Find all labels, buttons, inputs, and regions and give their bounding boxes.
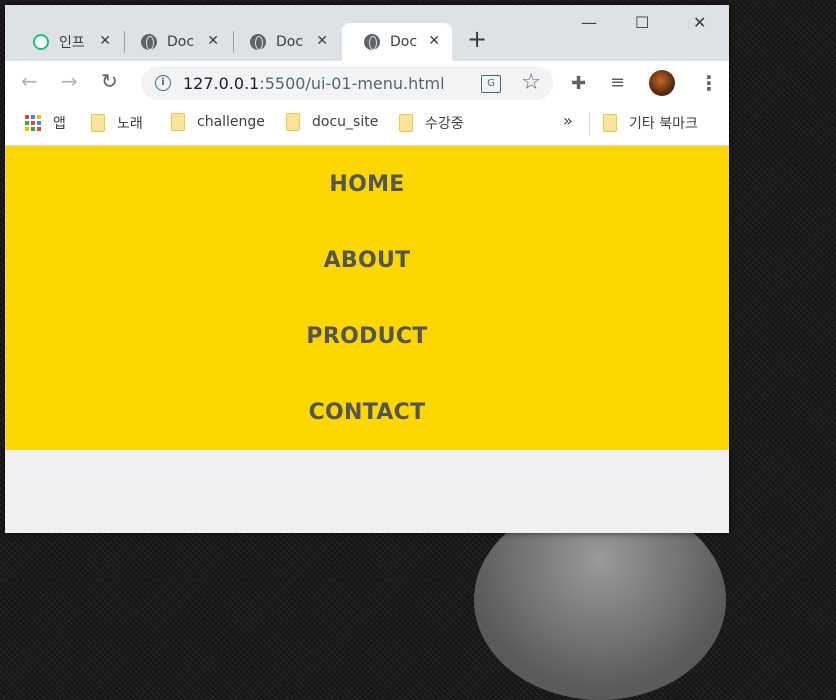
folder-icon (603, 114, 617, 132)
close-icon[interactable]: ✕ (207, 33, 219, 49)
inflearn-icon (33, 34, 49, 50)
url-host: 127.0.0.1 (183, 73, 260, 93)
tab-label: Docu (167, 34, 195, 50)
tab-label: Docu (276, 34, 304, 50)
bookmark-label: 수강중 (425, 116, 464, 132)
close-icon[interactable]: ✕ (99, 33, 111, 49)
bookmark-other-folder[interactable]: 기타 북마크 (603, 113, 698, 133)
tab-document-active[interactable]: Docu ✕ (342, 23, 452, 61)
menu-link-contact[interactable]: CONTACT (309, 400, 426, 425)
more-bookmarks-button[interactable]: » (563, 111, 573, 130)
media-control-icon[interactable]: ≡ (610, 72, 625, 93)
folder-icon (399, 114, 413, 132)
close-icon[interactable]: ✕ (428, 33, 440, 49)
bookmark-label: challenge (197, 114, 265, 130)
bookmark-apps[interactable]: 앱 (25, 113, 66, 133)
reload-button[interactable]: ↻ (101, 69, 118, 93)
tab-document-2[interactable]: Docu ✕ (228, 23, 340, 61)
chrome-menu-icon[interactable]: ⋮ (699, 71, 719, 95)
avatar[interactable] (649, 70, 675, 96)
page-content: HOME ABOUT PRODUCT CONTACT (5, 146, 729, 533)
window-close-button[interactable]: ✕ (693, 13, 706, 32)
folder-icon (286, 113, 300, 131)
forward-button[interactable]: → (61, 69, 78, 93)
menu-link-home[interactable]: HOME (329, 172, 404, 197)
browser-toolbar: ← → ↻ i 127.0.0.1 :5500/ui-01-menu.html … (5, 61, 729, 105)
bookmark-folder[interactable]: docu_site (286, 113, 378, 131)
tab-label: Docu (390, 34, 418, 50)
info-icon[interactable]: i (155, 75, 171, 91)
menu-item: CONTACT (5, 374, 729, 450)
menu-item: PRODUCT (5, 298, 729, 374)
bookmark-separator (589, 113, 590, 135)
bookmark-folder[interactable]: 노래 (91, 113, 143, 133)
bookmark-label: 기타 북마크 (629, 116, 698, 132)
menu-link-product[interactable]: PRODUCT (306, 324, 427, 349)
tab-document-1[interactable]: Docu ✕ (119, 23, 231, 61)
bookmark-label: docu_site (312, 114, 379, 130)
bookmarks-bar: 앱 노래 challenge docu_site 수강중 » 기타 북마크 (5, 105, 729, 146)
browser-window: 인프 ✕ Docu ✕ Docu ✕ Docu ✕ + — ☐ ✕ ← → ↻ … (5, 5, 729, 533)
globe-icon (364, 34, 380, 50)
nav-menu: HOME ABOUT PRODUCT CONTACT (5, 146, 729, 450)
minimize-button[interactable]: — (581, 13, 597, 32)
bookmark-folder[interactable]: 수강중 (399, 113, 464, 133)
extensions-icon[interactable]: ✚ (571, 73, 586, 94)
menu-link-about[interactable]: ABOUT (324, 248, 411, 273)
tab-strip: 인프 ✕ Docu ✕ Docu ✕ Docu ✕ + — ☐ ✕ (5, 5, 729, 61)
folder-icon (171, 113, 185, 131)
tab-label: 인프 (59, 35, 85, 51)
menu-item: ABOUT (5, 222, 729, 298)
address-bar[interactable]: i 127.0.0.1 :5500/ui-01-menu.html G ☆ (141, 66, 553, 100)
bookmark-label: 앱 (53, 116, 66, 132)
globe-icon (141, 34, 157, 50)
bookmark-folder[interactable]: challenge (171, 113, 265, 131)
folder-icon (91, 114, 105, 132)
translate-icon[interactable]: G (481, 75, 501, 93)
close-icon[interactable]: ✕ (316, 33, 328, 49)
new-tab-button[interactable]: + (467, 25, 487, 53)
back-button[interactable]: ← (21, 69, 38, 93)
tab-inflearn[interactable]: 인프 ✕ (11, 23, 123, 61)
apps-grid-icon (25, 115, 41, 131)
url-path: :5500/ui-01-menu.html (259, 73, 445, 93)
globe-icon (250, 34, 266, 50)
menu-item: HOME (5, 146, 729, 222)
bookmark-star-icon[interactable]: ☆ (521, 70, 541, 95)
bookmark-label: 노래 (117, 116, 143, 132)
maximize-button[interactable]: ☐ (635, 13, 649, 32)
